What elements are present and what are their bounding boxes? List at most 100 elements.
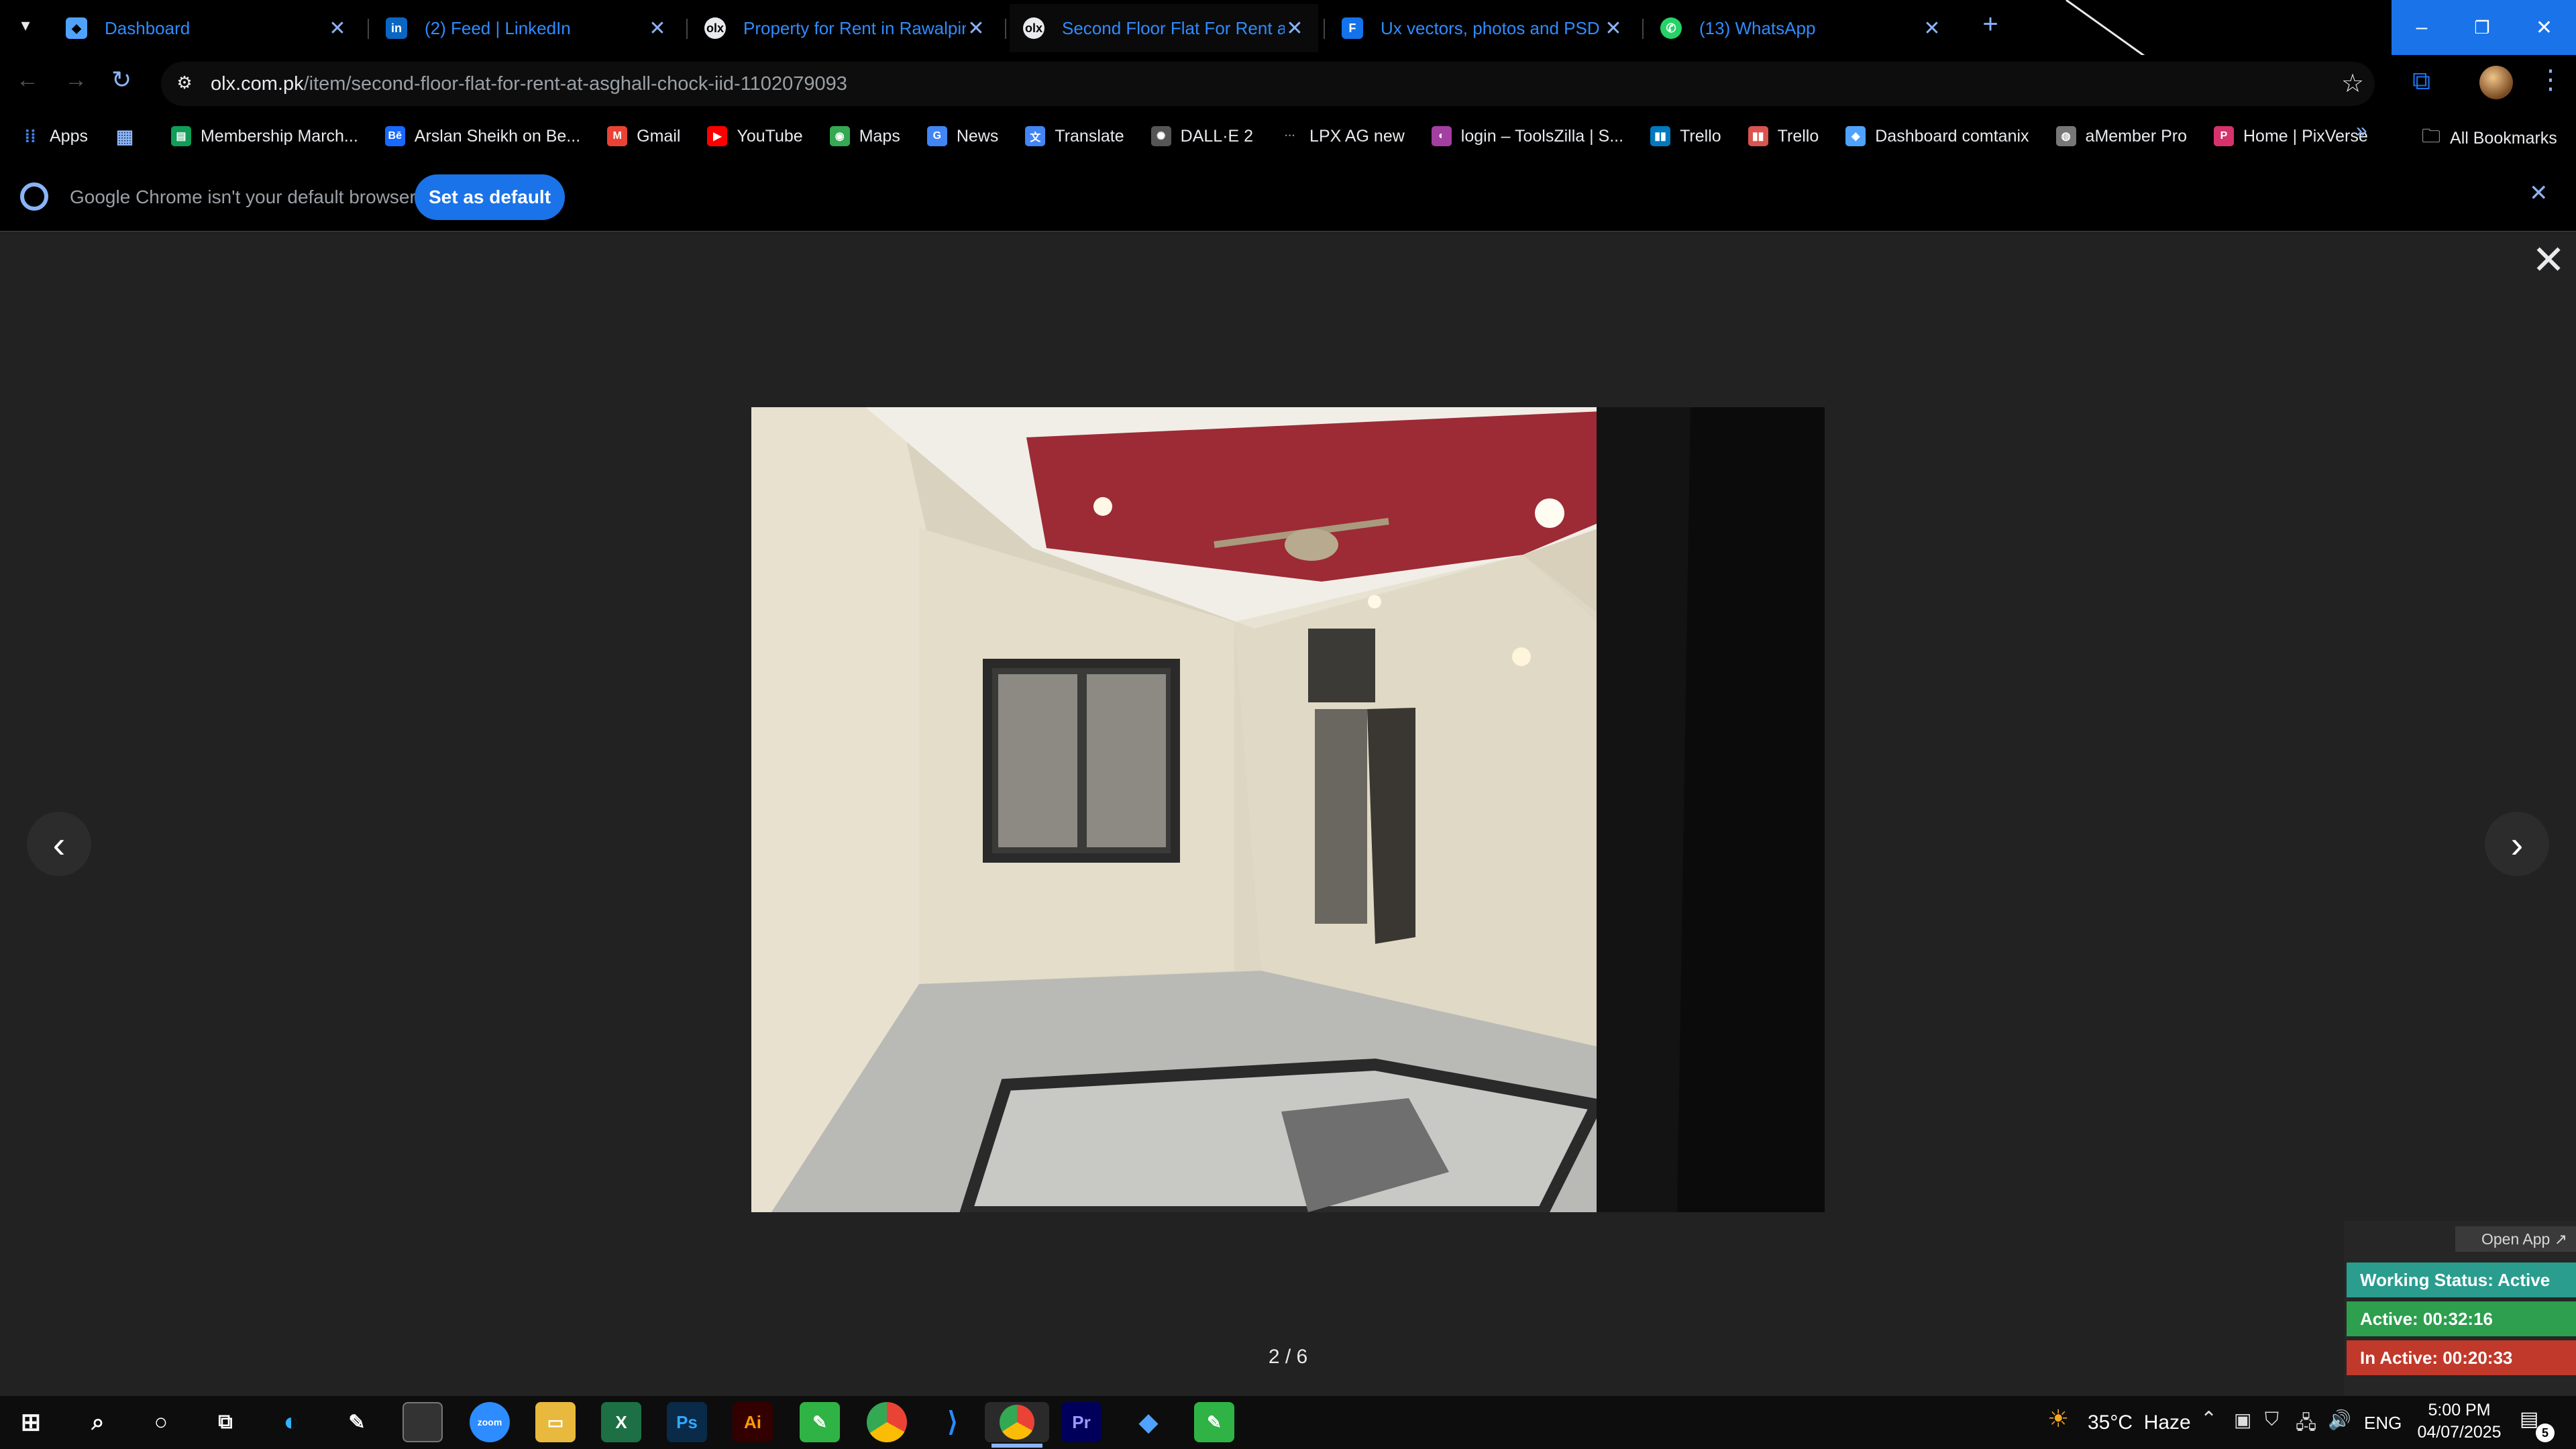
bookmark-dashboard-comtanix[interactable]: ◆ Dashboard comtanix bbox=[1845, 126, 2029, 146]
url-path: /item/second-floor-flat-for-rent-at-asgh… bbox=[303, 73, 847, 95]
bookmark-gmail[interactable]: M Gmail bbox=[607, 126, 680, 146]
tab-whatsapp[interactable]: ✆ (13) WhatsApp ✕ bbox=[1647, 4, 1955, 52]
bookmark-label: News bbox=[956, 126, 999, 146]
menu-kebab-icon[interactable]: ⋮ bbox=[2537, 64, 2564, 95]
clock-date: 04/07/2025 bbox=[2417, 1423, 2502, 1442]
listing-photo[interactable] bbox=[751, 407, 1825, 1212]
edge-browser-icon[interactable]: ◐ bbox=[271, 1402, 311, 1442]
close-tab-icon[interactable]: ✕ bbox=[647, 17, 667, 40]
show-hidden-icons-chevron-icon[interactable]: ⌃ bbox=[2200, 1407, 2217, 1431]
bookmark-trello-2[interactable]: ▮▮ Trello bbox=[1748, 126, 1819, 146]
tab-linkedin[interactable]: in (2) Feed | LinkedIn ✕ bbox=[372, 4, 681, 52]
bookmark-lpx[interactable]: ··· LPX AG new bbox=[1280, 126, 1405, 146]
bookmark-star-icon[interactable]: ☆ bbox=[2341, 68, 2364, 99]
more-bookmarks-chevron-icon[interactable]: » bbox=[2356, 119, 2367, 142]
clock[interactable]: 5:00 PM 04/07/2025 bbox=[2412, 1401, 2506, 1442]
file-explorer-icon[interactable]: ▭ bbox=[535, 1402, 576, 1442]
restore-window-button[interactable]: ❐ bbox=[2452, 0, 2512, 55]
bookmark-amember[interactable]: ◍ aMember Pro bbox=[2055, 126, 2187, 146]
tab-ux-vectors[interactable]: F Ux vectors, photos and PSD file ✕ bbox=[1328, 4, 1637, 52]
profile-avatar[interactable] bbox=[2479, 66, 2513, 99]
next-image-button[interactable]: › bbox=[2485, 812, 2549, 876]
close-tab-icon[interactable]: ✕ bbox=[1922, 17, 1942, 40]
bookmark-apps[interactable]: ⁞⁞ Apps bbox=[20, 126, 88, 146]
open-app-button[interactable]: Open App ↗ bbox=[2455, 1226, 2576, 1252]
close-window-button[interactable]: ✕ bbox=[2512, 0, 2576, 55]
vscode-icon[interactable]: ⟩ bbox=[932, 1402, 973, 1442]
toolszilla-icon: ◐ bbox=[1431, 126, 1452, 146]
youtube-icon: ▶ bbox=[707, 126, 728, 146]
zoom-icon[interactable]: zoom bbox=[470, 1402, 510, 1442]
tab-dashboard[interactable]: ◆ Dashboard ✕ bbox=[52, 4, 361, 52]
olx-favicon-icon: olx bbox=[1023, 17, 1044, 39]
security-icon[interactable]: ⛉ bbox=[2265, 1409, 2279, 1431]
minimize-window-button[interactable]: – bbox=[2392, 0, 2452, 55]
working-status-badge: Working Status: Active bbox=[2347, 1263, 2576, 1297]
reload-icon[interactable]: ↻ bbox=[111, 66, 131, 94]
language-indicator[interactable]: ENG bbox=[2364, 1413, 2402, 1434]
bookmark-behance[interactable]: Bē Arslan Sheikh on Be... bbox=[384, 126, 580, 146]
forward-arrow-icon[interactable]: → bbox=[64, 67, 87, 93]
close-tab-icon[interactable]: ✕ bbox=[1285, 17, 1305, 40]
tab-property-rent[interactable]: olx Property for Rent in Rawalpindi ✕ bbox=[691, 4, 1000, 52]
site-info-icon[interactable]: ⚙ bbox=[173, 72, 196, 95]
cortana-icon[interactable]: ○ bbox=[141, 1402, 181, 1442]
all-bookmarks-label: All Bookmarks bbox=[2450, 128, 2557, 148]
close-tab-icon[interactable]: ✕ bbox=[966, 17, 986, 40]
chrome-active-taskbar-button[interactable] bbox=[985, 1402, 1049, 1442]
address-bar[interactable]: ⚙ olx.com.pk/item/second-floor-flat-for-… bbox=[161, 62, 2375, 106]
premiere-icon[interactable]: Pr bbox=[1061, 1402, 1102, 1442]
gmail-icon: M bbox=[607, 126, 628, 146]
illustrator-icon[interactable]: Ai bbox=[733, 1402, 773, 1442]
weather-text[interactable]: 35°C Haze bbox=[2088, 1411, 2191, 1434]
amember-icon: ◍ bbox=[2055, 126, 2076, 146]
bookmark-trello-1[interactable]: ▮▮ Trello bbox=[1650, 126, 1721, 146]
green-app-icon[interactable]: ✎ bbox=[800, 1402, 840, 1442]
pen-tool-icon[interactable]: ✎ bbox=[337, 1402, 377, 1442]
volume-icon[interactable]: 🔊 bbox=[2328, 1409, 2351, 1431]
all-bookmarks-folder[interactable]: 🗀 All Bookmarks bbox=[2422, 122, 2557, 154]
url-text[interactable]: olx.com.pk/item/second-floor-flat-for-re… bbox=[211, 73, 847, 95]
close-tab-icon[interactable]: ✕ bbox=[1603, 17, 1623, 40]
new-tab-plus-icon[interactable]: + bbox=[1974, 9, 2007, 46]
windows-start-icon[interactable]: ⊞ bbox=[11, 1402, 51, 1442]
dashboard-icon: ◆ bbox=[1845, 126, 1866, 146]
excel-icon[interactable]: X bbox=[601, 1402, 641, 1442]
tab-search-chevron-icon[interactable]: ▾ bbox=[12, 15, 39, 42]
close-infobar-icon[interactable]: ✕ bbox=[2529, 180, 2548, 207]
close-gallery-icon[interactable]: ✕ bbox=[2532, 240, 2565, 280]
previous-image-button[interactable]: ‹ bbox=[27, 812, 91, 876]
meet-now-icon[interactable]: ▣ bbox=[2234, 1409, 2251, 1431]
tab-second-floor-flat[interactable]: olx Second Floor Flat For Rent at A ✕ bbox=[1010, 4, 1318, 52]
bookmark-label: DALL·E 2 bbox=[1180, 126, 1254, 146]
bookmark-translate[interactable]: 文 Translate bbox=[1025, 126, 1124, 146]
bookmark-maps[interactable]: ◉ Maps bbox=[829, 126, 900, 146]
olx-favicon-icon: olx bbox=[704, 17, 726, 39]
chrome-icon[interactable] bbox=[867, 1402, 907, 1442]
dashboard-app-icon[interactable]: ◆ bbox=[1128, 1402, 1169, 1442]
set-as-default-button[interactable]: Set as default bbox=[415, 174, 565, 220]
green-app-2-icon[interactable]: ✎ bbox=[1194, 1402, 1234, 1442]
bookmark-news[interactable]: G News bbox=[926, 126, 999, 146]
dots-icon: ··· bbox=[1285, 130, 1296, 142]
terminal-icon[interactable] bbox=[402, 1402, 443, 1442]
bookmark-youtube[interactable]: ▶ YouTube bbox=[707, 126, 803, 146]
bookmark-dalle[interactable]: ✺ DALL·E 2 bbox=[1150, 126, 1254, 146]
back-arrow-icon[interactable]: ← bbox=[16, 67, 39, 93]
whatsapp-favicon-icon: ✆ bbox=[1660, 17, 1682, 39]
bookmark-pixverse[interactable]: P Home | PixVerse bbox=[2214, 126, 2368, 146]
bookmark-toolszilla[interactable]: ◐ login – ToolsZilla | S... bbox=[1431, 126, 1623, 146]
search-icon[interactable]: ⌕ bbox=[78, 1402, 118, 1442]
tab-title: (13) WhatsApp bbox=[1699, 17, 1816, 38]
bookmark-label: aMember Pro bbox=[2085, 126, 2187, 146]
tab-title: Second Floor Flat For Rent at A bbox=[1062, 17, 1285, 38]
task-view-icon[interactable]: ⧉ bbox=[205, 1402, 246, 1442]
close-tab-icon[interactable]: ✕ bbox=[327, 17, 347, 40]
photoshop-icon[interactable]: Ps bbox=[667, 1402, 707, 1442]
tab-title: Property for Rent in Rawalpindi bbox=[743, 17, 966, 38]
url-domain: olx.com.pk bbox=[211, 73, 304, 95]
network-icon[interactable]: 🖧 bbox=[2296, 1409, 2316, 1441]
bookmark-membership[interactable]: ▤ Membership March... bbox=[170, 126, 358, 146]
bookmark-tab-groups[interactable]: ▦ bbox=[115, 126, 144, 147]
extensions-puzzle-icon[interactable]: ⧉ bbox=[2412, 67, 2430, 96]
